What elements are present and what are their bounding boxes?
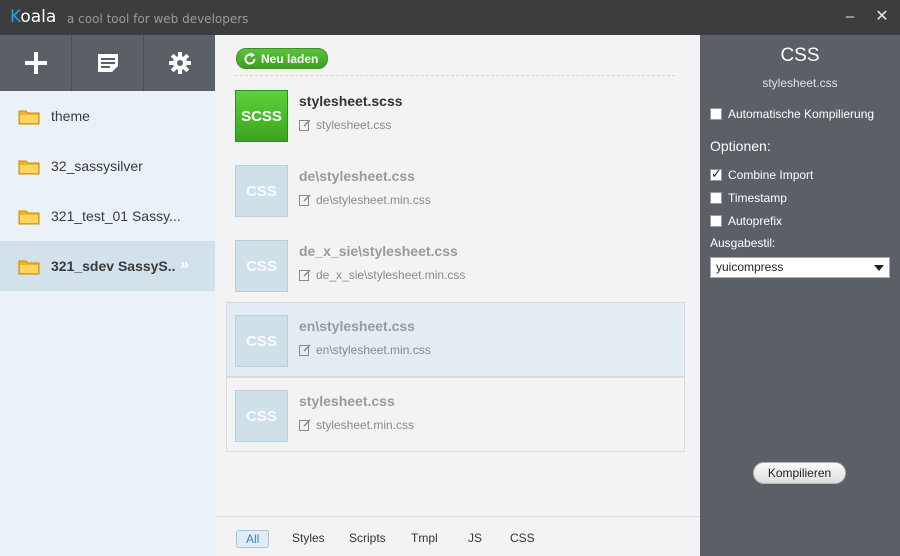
auto-compile-checkbox[interactable]: Automatische Kompilierung xyxy=(710,107,874,121)
edit-icon xyxy=(299,269,311,281)
check-icon: ✓ xyxy=(711,166,722,181)
checkbox-box: ✓ xyxy=(710,166,722,181)
options-heading: Optionen: xyxy=(710,138,771,154)
filter-bar: All Styles Scripts Tmpl JS CSS xyxy=(215,516,700,556)
output-style-value: yuicompress xyxy=(716,260,784,274)
filter-all[interactable]: All xyxy=(236,530,270,548)
file-name: stylesheet.scss xyxy=(299,93,403,109)
folder-icon xyxy=(18,260,40,274)
edit-icon xyxy=(299,419,311,431)
file-type-badge: CSS xyxy=(235,315,288,367)
minimize-button[interactable]: – xyxy=(841,8,859,26)
autoprefix-checkbox[interactable]: Autoprefix xyxy=(710,214,782,228)
compile-settings-panel: CSS stylesheet.css Automatische Kompilie… xyxy=(700,35,900,556)
project-item[interactable]: 32_sassysilver xyxy=(0,141,215,191)
reload-label: Neu laden xyxy=(261,51,319,66)
project-label: 321_sdev SassyS.. xyxy=(51,258,176,274)
plus-icon xyxy=(24,52,47,74)
checkbox-label: Autoprefix xyxy=(728,214,783,228)
file-name: de_x_sie\stylesheet.css xyxy=(299,243,458,259)
project-item[interactable]: 321_test_01 Sassy... xyxy=(0,191,215,241)
filter-scripts[interactable]: Scripts xyxy=(349,530,386,548)
file-type-badge: CSS xyxy=(235,165,288,217)
file-row[interactable]: SCSS stylesheet.scss stylesheet.css xyxy=(226,77,685,152)
output-style-select[interactable]: yuicompress xyxy=(710,257,890,278)
file-row[interactable]: CSS stylesheet.css stylesheet.min.css xyxy=(226,377,685,452)
app-logo: Koala xyxy=(10,7,57,27)
edit-icon xyxy=(299,119,311,131)
filter-tmpl[interactable]: Tmpl xyxy=(411,530,438,548)
project-label: 32_sassysilver xyxy=(51,158,143,174)
double-chevron-right-icon: » xyxy=(180,256,189,273)
checkbox-box xyxy=(710,215,722,227)
file-name: en\stylesheet.css xyxy=(299,318,415,334)
chevron-down-icon xyxy=(874,265,884,271)
file-type-badge: CSS xyxy=(235,240,288,292)
file-output[interactable]: de\stylesheet.min.css xyxy=(299,193,431,207)
edit-icon xyxy=(299,194,311,206)
filter-styles[interactable]: Styles xyxy=(292,530,325,548)
title-bar: Koala a cool tool for web developers – ✕ xyxy=(0,0,900,35)
file-type-badge: SCSS xyxy=(235,90,288,142)
divider xyxy=(235,75,675,76)
checkbox-box xyxy=(710,192,722,204)
filter-js[interactable]: JS xyxy=(468,530,482,548)
checkbox-label: Timestamp xyxy=(728,191,787,205)
file-row[interactable]: CSS de_x_sie\stylesheet.css de_x_sie\sty… xyxy=(226,227,685,302)
output-style-label: Ausgabestil: xyxy=(710,236,776,250)
folder-icon xyxy=(18,110,40,124)
app-slogan: a cool tool for web developers xyxy=(67,12,249,26)
project-item-active[interactable]: 321_sdev SassyS.. » xyxy=(0,241,215,291)
panel-subtitle: stylesheet.css xyxy=(762,76,838,90)
file-list-panel: Neu laden SCSS stylesheet.scss styleshee… xyxy=(215,35,700,556)
file-output-label: de_x_sie\stylesheet.min.css xyxy=(316,268,466,282)
panel-title: CSS xyxy=(780,45,820,66)
gear-icon xyxy=(168,52,191,74)
combine-import-checkbox[interactable]: ✓ Combine Import xyxy=(710,166,814,182)
filter-css[interactable]: CSS xyxy=(510,530,535,548)
close-button[interactable]: ✕ xyxy=(873,8,891,26)
checkbox-box xyxy=(710,108,722,120)
log-button[interactable] xyxy=(72,35,144,91)
refresh-icon xyxy=(244,52,256,65)
file-type-badge: CSS xyxy=(235,390,288,442)
file-name: de\stylesheet.css xyxy=(299,168,415,184)
project-item[interactable]: theme xyxy=(0,91,215,141)
file-row[interactable]: CSS de\stylesheet.css de\stylesheet.min.… xyxy=(226,152,685,227)
file-output[interactable]: en\stylesheet.min.css xyxy=(299,343,431,357)
file-output-label: stylesheet.min.css xyxy=(316,418,415,432)
file-row-selected[interactable]: CSS en\stylesheet.css en\stylesheet.min.… xyxy=(226,302,685,377)
project-sidebar: theme 32_sassysilver 321_test_01 Sassy..… xyxy=(0,35,215,556)
settings-button[interactable] xyxy=(144,35,215,91)
file-output[interactable]: stylesheet.css xyxy=(299,118,391,132)
project-label: 321_test_01 Sassy... xyxy=(51,208,181,224)
folder-icon xyxy=(18,160,40,174)
edit-icon xyxy=(299,344,311,356)
sidebar-toolbar xyxy=(0,35,215,91)
checkbox-label: Combine Import xyxy=(728,168,814,182)
checkbox-label: Automatische Kompilierung xyxy=(728,107,875,121)
file-output-label: en\stylesheet.min.css xyxy=(316,343,431,357)
add-project-button[interactable] xyxy=(0,35,72,91)
list-icon xyxy=(97,54,118,72)
file-output-label: de\stylesheet.min.css xyxy=(316,193,431,207)
file-output[interactable]: de_x_sie\stylesheet.min.css xyxy=(299,268,465,282)
folder-icon xyxy=(18,210,40,224)
file-name: stylesheet.css xyxy=(299,393,395,409)
file-output-label: stylesheet.css xyxy=(316,118,392,132)
file-output[interactable]: stylesheet.min.css xyxy=(299,418,414,432)
timestamp-checkbox[interactable]: Timestamp xyxy=(710,191,787,205)
project-label: theme xyxy=(51,108,90,124)
compile-button[interactable]: Kompilieren xyxy=(753,462,846,484)
reload-button[interactable]: Neu laden xyxy=(236,48,329,69)
